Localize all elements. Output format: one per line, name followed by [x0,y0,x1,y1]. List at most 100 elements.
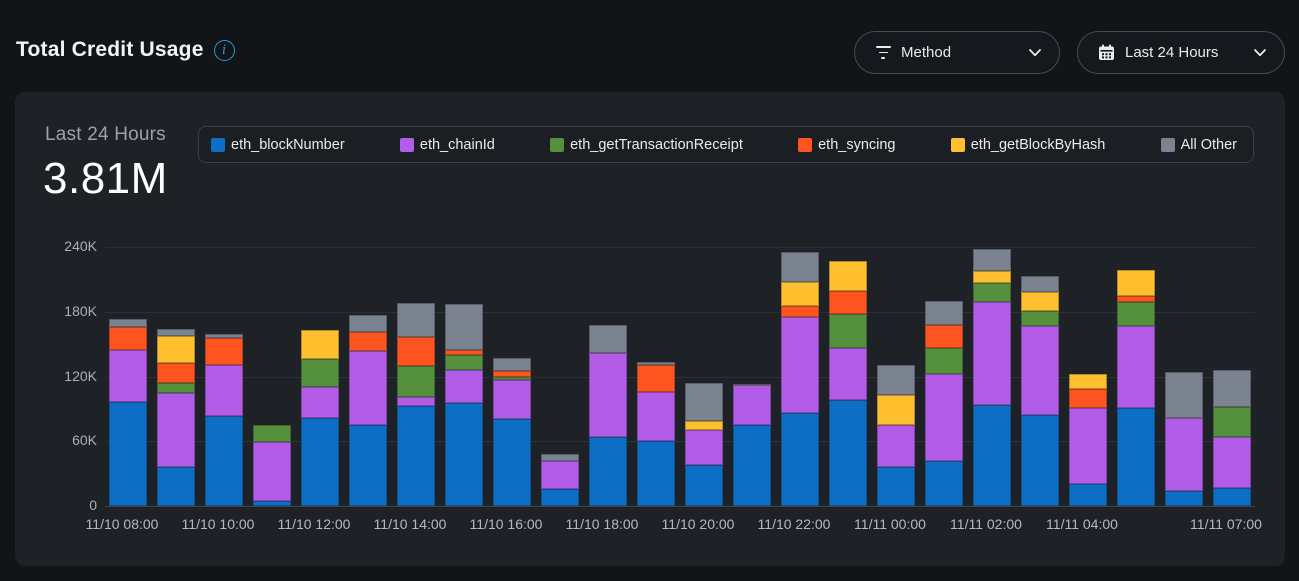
bar[interactable] [877,365,915,506]
bar-segment-eth_syncing [205,338,243,365]
bar-segment-eth_blockNumber [925,461,963,506]
bar-segment-eth_getBlockByHash [973,271,1011,283]
bar-segment-eth_chainId [1213,437,1251,488]
bar-segment-eth_getBlockByHash [781,282,819,307]
y-axis-tick-label: 120K [51,368,97,384]
calendar-icon [1098,44,1115,61]
bar-segment-eth_chainId [493,380,531,419]
bar[interactable] [349,315,387,506]
x-axis-tick-label: 11/11 04:00 [1046,516,1118,532]
bar-segment-All Other [1213,370,1251,407]
bar-segment-eth_syncing [781,306,819,317]
bar-segment-eth_getTransactionReceipt [1213,407,1251,437]
legend-item[interactable]: All Other [1161,137,1237,153]
bar-segment-eth_syncing [397,337,435,366]
bar[interactable] [685,383,723,506]
bar-segment-eth_blockNumber [445,403,483,506]
bar-segment-All Other [493,358,531,371]
bar-segment-eth_getTransactionReceipt [1021,311,1059,326]
page-title: Total Credit Usage [16,38,204,62]
bar[interactable] [445,304,483,506]
bar[interactable] [1069,374,1107,506]
gridline [105,247,1255,248]
bar-segment-eth_getTransactionReceipt [925,348,963,374]
legend-item[interactable]: eth_syncing [798,137,895,153]
date-range-button[interactable]: Last 24 Hours [1077,31,1285,74]
legend-label: eth_syncing [818,137,895,153]
legend-swatch [550,138,564,152]
legend-item[interactable]: eth_getBlockByHash [951,137,1106,153]
chart-legend: eth_blockNumber eth_chainId eth_getTransac… [198,126,1254,163]
legend-swatch [211,138,225,152]
summary-period-label: Last 24 Hours [45,124,166,146]
gridline [105,312,1255,313]
bar-segment-eth_chainId [589,353,627,437]
x-axis-tick-label: 11/10 16:00 [470,516,543,532]
bar[interactable] [973,249,1011,506]
bar[interactable] [1117,270,1155,506]
legend-item[interactable]: eth_getTransactionReceipt [550,137,743,153]
bar-segment-eth_chainId [733,385,771,425]
bar-segment-eth_chainId [397,397,435,406]
bar[interactable] [397,303,435,506]
bar-segment-eth_blockNumber [829,400,867,506]
bar-segment-eth_blockNumber [637,441,675,506]
method-filter-button[interactable]: Method [854,31,1060,74]
legend-label: eth_blockNumber [231,137,345,153]
bar[interactable] [733,384,771,506]
bar-segment-eth_getBlockByHash [1021,292,1059,310]
bar[interactable] [157,329,195,506]
bar-segment-All Other [877,365,915,395]
bar-segment-eth_chainId [541,461,579,489]
info-icon[interactable]: i [214,40,235,61]
x-axis-tick-label: 11/10 22:00 [758,516,831,532]
bar-segment-eth_getBlockByHash [301,330,339,359]
bar[interactable] [541,454,579,506]
bar[interactable] [829,261,867,506]
bar[interactable] [637,362,675,506]
stacked-bar-chart: 060K120K180K240K11/10 08:0011/10 10:0011… [105,247,1255,506]
y-axis-tick-label: 240K [51,238,97,254]
legend-item[interactable]: eth_chainId [400,137,495,153]
bar-segment-eth_blockNumber [157,467,195,506]
bar-segment-All Other [781,252,819,281]
page-header: Total Credit Usage i [16,38,235,62]
bar-segment-eth_chainId [925,374,963,460]
gridline [105,506,1255,507]
bar-segment-eth_chainId [157,393,195,467]
bar-segment-eth_blockNumber [1117,408,1155,506]
legend-label: eth_getBlockByHash [971,137,1106,153]
bar-segment-All Other [109,319,147,327]
bar[interactable] [1165,372,1203,506]
bar[interactable] [589,325,627,506]
x-axis-tick-label: 11/10 20:00 [662,516,735,532]
bar[interactable] [253,425,291,506]
bar[interactable] [109,319,147,506]
bar[interactable] [205,334,243,506]
bar[interactable] [1213,370,1251,506]
bar-segment-eth_getBlockByHash [1117,270,1155,296]
x-axis-tick-label: 11/11 02:00 [950,516,1022,532]
y-axis-tick-label: 60K [51,432,97,448]
bar[interactable] [925,301,963,506]
bar[interactable] [1021,276,1059,506]
y-axis-tick-label: 0 [51,497,97,513]
bar[interactable] [781,252,819,506]
bar-segment-eth_blockNumber [109,402,147,506]
bar-segment-eth_chainId [1069,408,1107,485]
bar-segment-eth_blockNumber [301,418,339,506]
bar-segment-All Other [973,249,1011,271]
bar-segment-eth_chainId [637,392,675,442]
x-axis-tick-label: 11/10 12:00 [278,516,351,532]
bar-segment-eth_syncing [157,363,195,384]
bar-segment-All Other [1165,372,1203,417]
bar-segment-eth_chainId [349,351,387,425]
bar-segment-eth_syncing [349,332,387,350]
legend-swatch [400,138,414,152]
bar-segment-eth_syncing [925,325,963,349]
bar[interactable] [301,330,339,506]
bar[interactable] [493,358,531,506]
x-axis-tick-label: 11/10 14:00 [374,516,447,532]
legend-item[interactable]: eth_blockNumber [211,137,345,153]
bar-segment-eth_syncing [109,327,147,350]
